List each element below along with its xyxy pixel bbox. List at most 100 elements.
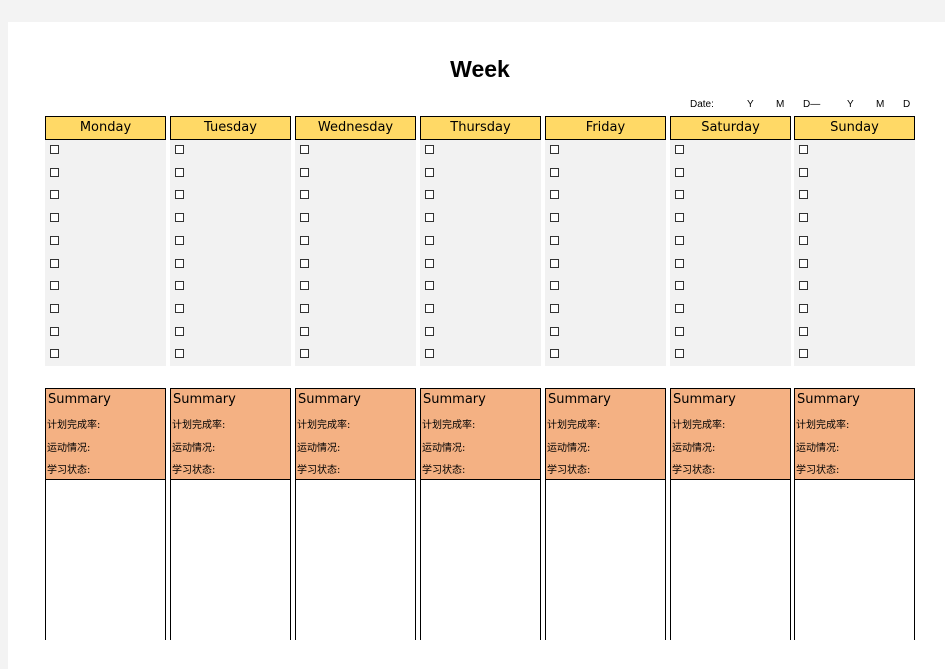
notes-area[interactable] [545, 479, 666, 640]
summary-box: Summary 计划完成率: 运动情况: 学习状态: [670, 388, 791, 480]
task-checkbox[interactable] [300, 349, 309, 358]
task-checkbox[interactable] [799, 281, 808, 290]
task-checkbox[interactable] [425, 259, 434, 268]
task-checkbox[interactable] [50, 190, 59, 199]
summary-box: Summary 计划完成率: 运动情况: 学习状态: [545, 388, 666, 480]
date-year-start[interactable]: Y [747, 99, 754, 110]
notes-area[interactable] [794, 479, 915, 640]
summary-heading: Summary [673, 392, 736, 407]
task-checkbox[interactable] [300, 145, 309, 154]
task-checkbox[interactable] [799, 190, 808, 199]
task-checkbox[interactable] [50, 168, 59, 177]
task-checkbox[interactable] [550, 213, 559, 222]
task-checkbox[interactable] [550, 145, 559, 154]
task-checkbox[interactable] [300, 281, 309, 290]
task-checkbox[interactable] [175, 236, 184, 245]
date-day-start[interactable]: D— [803, 99, 820, 110]
date-day-end[interactable]: D [903, 99, 910, 110]
task-list [794, 140, 915, 366]
date-year-end[interactable]: Y [847, 99, 854, 110]
task-checkbox[interactable] [425, 236, 434, 245]
task-checkbox[interactable] [175, 213, 184, 222]
task-checkbox[interactable] [550, 304, 559, 313]
notes-area[interactable] [170, 479, 291, 640]
task-checkbox[interactable] [425, 168, 434, 177]
task-checkbox[interactable] [675, 259, 684, 268]
task-checkbox[interactable] [550, 259, 559, 268]
summary-line: 运动情况: [796, 442, 840, 454]
task-checkbox[interactable] [50, 327, 59, 336]
task-checkbox[interactable] [675, 236, 684, 245]
task-checkbox[interactable] [425, 281, 434, 290]
task-checkbox[interactable] [675, 145, 684, 154]
task-checkbox[interactable] [550, 168, 559, 177]
summary-line: 学习状态: [796, 465, 840, 476]
task-checkbox[interactable] [425, 349, 434, 358]
date-month-end[interactable]: M [876, 99, 884, 110]
summary-line: 运动情况: [422, 442, 466, 454]
task-checkbox[interactable] [799, 349, 808, 358]
task-checkbox[interactable] [50, 281, 59, 290]
task-checkbox[interactable] [799, 259, 808, 268]
task-list [670, 140, 791, 366]
task-checkbox[interactable] [425, 304, 434, 313]
day-header-thursday: Thursday [420, 116, 541, 141]
task-checkbox[interactable] [175, 327, 184, 336]
task-checkbox[interactable] [675, 168, 684, 177]
day-header-monday: Monday [45, 116, 166, 141]
task-checkbox[interactable] [300, 168, 309, 177]
task-checkbox[interactable] [425, 145, 434, 154]
task-checkbox[interactable] [175, 190, 184, 199]
task-checkbox[interactable] [50, 145, 59, 154]
task-checkbox[interactable] [300, 259, 309, 268]
task-checkbox[interactable] [550, 190, 559, 199]
task-checkbox[interactable] [675, 349, 684, 358]
task-checkbox[interactable] [50, 349, 59, 358]
task-checkbox[interactable] [175, 304, 184, 313]
notes-area[interactable] [295, 479, 416, 640]
task-checkbox[interactable] [550, 349, 559, 358]
task-checkbox[interactable] [50, 236, 59, 245]
task-checkbox[interactable] [50, 259, 59, 268]
summary-line: 学习状态: [172, 465, 216, 476]
task-checkbox[interactable] [175, 168, 184, 177]
task-checkbox[interactable] [799, 213, 808, 222]
task-checkbox[interactable] [300, 327, 309, 336]
task-checkbox[interactable] [675, 327, 684, 336]
task-checkbox[interactable] [799, 145, 808, 154]
task-checkbox[interactable] [799, 304, 808, 313]
task-checkbox[interactable] [300, 213, 309, 222]
summary-line: 运动情况: [672, 442, 716, 454]
summary-line: 学习状态: [547, 465, 591, 476]
task-checkbox[interactable] [799, 327, 808, 336]
day-header-wednesday: Wednesday [295, 116, 416, 141]
task-checkbox[interactable] [50, 304, 59, 313]
task-checkbox[interactable] [675, 190, 684, 199]
task-checkbox[interactable] [425, 213, 434, 222]
summary-heading: Summary [423, 392, 486, 407]
task-checkbox[interactable] [175, 145, 184, 154]
task-checkbox[interactable] [50, 213, 59, 222]
notes-area[interactable] [670, 479, 791, 640]
task-checkbox[interactable] [550, 327, 559, 336]
task-checkbox[interactable] [550, 281, 559, 290]
task-checkbox[interactable] [675, 281, 684, 290]
task-checkbox[interactable] [675, 304, 684, 313]
task-checkbox[interactable] [425, 327, 434, 336]
task-checkbox[interactable] [799, 236, 808, 245]
task-checkbox[interactable] [175, 349, 184, 358]
task-checkbox[interactable] [550, 236, 559, 245]
task-checkbox[interactable] [300, 304, 309, 313]
task-checkbox[interactable] [175, 281, 184, 290]
notes-area[interactable] [420, 479, 541, 640]
task-checkbox[interactable] [300, 236, 309, 245]
summary-heading: Summary [548, 392, 611, 407]
task-checkbox[interactable] [675, 213, 684, 222]
task-checkbox[interactable] [799, 168, 808, 177]
notes-area[interactable] [45, 479, 166, 640]
task-checkbox[interactable] [175, 259, 184, 268]
task-checkbox[interactable] [300, 190, 309, 199]
date-month-start[interactable]: M [776, 99, 784, 110]
task-checkbox[interactable] [425, 190, 434, 199]
summary-heading: Summary [48, 392, 111, 407]
